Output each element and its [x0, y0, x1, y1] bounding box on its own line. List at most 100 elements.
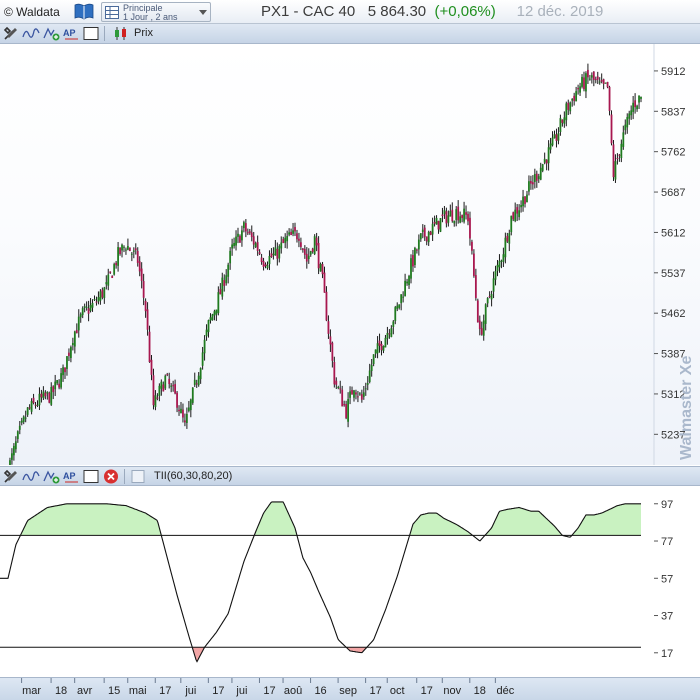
candle [123, 245, 125, 253]
candle [301, 247, 304, 253]
candle [36, 400, 39, 408]
candle [358, 392, 361, 396]
view-selector[interactable]: Principale 1 Jour , 2 ans [101, 2, 211, 22]
candle [150, 355, 153, 381]
candle [199, 367, 202, 384]
date-tick-label: 17 [369, 685, 381, 697]
candle [533, 168, 536, 189]
candle [614, 154, 617, 183]
date-tick-label: 18 [474, 685, 486, 697]
date-axis-svg: mar 18 avr 15 mai 17 jui 17 jui 17 aoû 16 sep 17 oct 17… [21, 678, 515, 697]
indicator-label[interactable]: TII(60,30,80,20) [154, 470, 232, 482]
title-bar: © Waldata Principale 1 Jour , 2 ans PX1 … [0, 0, 700, 24]
candle [162, 381, 165, 392]
candle [91, 299, 94, 312]
candle [415, 248, 418, 254]
date-tick-label: nov [443, 685, 461, 697]
candle [480, 321, 483, 336]
candle [510, 215, 513, 236]
book-icon[interactable] [74, 3, 94, 20]
candle [252, 231, 255, 250]
candle [451, 202, 454, 223]
candle [105, 275, 108, 290]
candle [319, 262, 322, 272]
oscillator-tick-label: 37 [661, 611, 673, 623]
candle [209, 313, 212, 324]
indicator-color-swatch[interactable] [130, 468, 148, 485]
candle [425, 236, 428, 246]
candle [294, 222, 296, 237]
candle [264, 262, 267, 269]
candle [298, 232, 300, 248]
candle [89, 298, 92, 313]
add-indicator-icon[interactable] [42, 25, 60, 42]
candle [22, 415, 25, 425]
candle [87, 300, 90, 322]
tools-icon[interactable] [2, 468, 20, 485]
date-tick-label: déc [496, 685, 514, 697]
candle [260, 253, 263, 265]
candle [52, 385, 55, 400]
candle [303, 245, 306, 259]
date-tick-label: 17 [159, 685, 171, 697]
candle [286, 230, 289, 249]
candle [343, 400, 346, 407]
candle [280, 236, 283, 254]
candle [443, 205, 446, 219]
candle [296, 229, 298, 243]
close-icon[interactable] [102, 468, 120, 485]
candle [539, 162, 542, 181]
date-tick-label: aoû [284, 685, 302, 697]
candle [622, 125, 625, 150]
candle [378, 333, 381, 353]
candle [270, 248, 273, 258]
candle [535, 170, 538, 188]
candle [447, 210, 450, 227]
candle [325, 286, 328, 322]
candle [191, 387, 194, 405]
tools-icon[interactable] [2, 25, 20, 42]
annotation-icon[interactable]: AP [62, 25, 80, 42]
candle [184, 413, 186, 427]
candle [44, 390, 47, 400]
candle [315, 232, 318, 252]
toolbar-separator [124, 469, 125, 484]
date-tick-label: mar [22, 685, 41, 697]
candlestick-icon[interactable] [112, 25, 130, 42]
candle [290, 228, 292, 236]
candle [337, 385, 340, 390]
candle [528, 175, 530, 196]
chevron-down-icon[interactable] [199, 10, 207, 15]
candle [577, 84, 579, 95]
candle [32, 393, 35, 405]
candle [557, 127, 560, 145]
candle [417, 234, 420, 256]
date-tick-label: mai [129, 685, 147, 697]
candle [484, 303, 487, 331]
window-icon[interactable] [82, 25, 100, 42]
annotation-icon[interactable]: AP [62, 468, 80, 485]
candle [103, 286, 106, 304]
candle [134, 243, 137, 255]
series-label[interactable]: Prix [134, 27, 153, 39]
candle [585, 71, 587, 99]
candle [170, 383, 173, 393]
oscillator-tick-label: 57 [661, 573, 673, 585]
window-icon[interactable] [82, 468, 100, 485]
candle [182, 403, 184, 423]
candle [233, 237, 235, 249]
add-indicator-icon[interactable] [42, 468, 60, 485]
candle [341, 385, 344, 407]
candle [241, 225, 243, 247]
candle [563, 111, 566, 128]
candle [364, 382, 367, 396]
candle [620, 139, 623, 163]
candle [471, 239, 473, 255]
indicator-wave-icon[interactable] [22, 468, 40, 485]
candle [83, 303, 86, 313]
indicator-wave-icon[interactable] [22, 25, 40, 42]
candle [612, 140, 615, 181]
candle [221, 272, 224, 300]
candle [465, 205, 467, 220]
candle [360, 389, 363, 403]
